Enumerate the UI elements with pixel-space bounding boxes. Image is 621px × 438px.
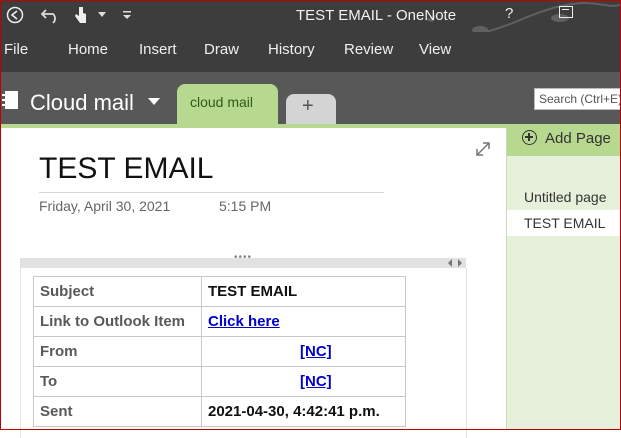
page-canvas[interactable]: TEST EMAIL Friday, April 30, 2021 5:15 P… bbox=[0, 128, 506, 438]
to-contact-link[interactable]: [NC] bbox=[300, 373, 332, 390]
notebook-dropdown-icon[interactable] bbox=[148, 98, 160, 105]
drag-handle-icon[interactable]: •••• bbox=[234, 252, 252, 263]
help-button[interactable]: ? bbox=[505, 5, 513, 22]
table-cell-key: Link to Outlook Item bbox=[33, 306, 202, 337]
touch-dropdown-icon[interactable] bbox=[96, 4, 108, 26]
table-row: To [NC] bbox=[33, 366, 406, 397]
page-list: Add Page Untitled page TEST EMAIL bbox=[506, 128, 621, 430]
tab-home[interactable]: Home bbox=[68, 41, 108, 58]
notebook-icon[interactable] bbox=[2, 90, 20, 110]
title-bar: TEST EMAIL - OneNote ? bbox=[0, 0, 621, 71]
page-title[interactable]: TEST EMAIL bbox=[39, 152, 214, 186]
touch-mode-icon[interactable] bbox=[70, 4, 92, 26]
table-cell-key: From bbox=[33, 336, 202, 367]
table-cell-value: 2021-04-30, 4:42:41 p.m. bbox=[201, 396, 406, 427]
back-circle-icon[interactable] bbox=[4, 4, 26, 26]
page-date: Friday, April 30, 2021 bbox=[39, 198, 171, 214]
page-list-item-selected[interactable]: TEST EMAIL bbox=[507, 210, 621, 236]
section-tab-cloud-mail[interactable]: cloud mail bbox=[177, 84, 278, 126]
section-tab-label: cloud mail bbox=[190, 94, 254, 110]
window-title: TEST EMAIL - OneNote bbox=[296, 7, 457, 24]
add-page-label: Add Page bbox=[545, 130, 611, 147]
outlook-item-link[interactable]: Click here bbox=[208, 313, 280, 330]
add-section-button[interactable]: + bbox=[286, 94, 336, 126]
tab-history[interactable]: History bbox=[268, 41, 315, 58]
title-divider bbox=[39, 192, 384, 193]
tab-review[interactable]: Review bbox=[344, 41, 393, 58]
expand-icon[interactable] bbox=[474, 140, 492, 158]
customize-caret-icon[interactable] bbox=[120, 4, 134, 26]
notebook-name[interactable]: Cloud mail bbox=[30, 90, 134, 116]
table-cell-value: Click here bbox=[201, 306, 406, 337]
tab-view[interactable]: View bbox=[419, 41, 451, 58]
undo-icon[interactable] bbox=[38, 4, 64, 26]
table-row: Sent 2021-04-30, 4:42:41 p.m. bbox=[33, 396, 406, 427]
add-circle-icon bbox=[522, 130, 537, 145]
page-list-item[interactable]: Untitled page bbox=[507, 184, 621, 210]
search-input[interactable]: Search (Ctrl+E) bbox=[534, 88, 621, 110]
table-cell-key: Sent bbox=[33, 396, 202, 427]
add-page-button[interactable]: Add Page bbox=[507, 128, 621, 156]
page-time: 5:15 PM bbox=[219, 198, 272, 214]
ribbon-tabs: File Home Insert Draw History Review Vie… bbox=[0, 32, 621, 72]
table-row: Subject TEST EMAIL bbox=[33, 276, 406, 307]
table-cell-value: [NC] bbox=[201, 336, 406, 367]
tab-insert[interactable]: Insert bbox=[139, 41, 177, 58]
table-cell-key: To bbox=[33, 366, 202, 397]
email-info-table: Subject TEST EMAIL Link to Outlook Item … bbox=[33, 276, 406, 427]
tab-file[interactable]: File bbox=[4, 41, 28, 58]
table-cell-key: Subject bbox=[33, 276, 202, 307]
table-cell-value: TEST EMAIL bbox=[201, 276, 406, 307]
note-container-handle[interactable]: •••• bbox=[20, 252, 466, 268]
tab-draw[interactable]: Draw bbox=[204, 41, 239, 58]
resize-arrows-icon[interactable] bbox=[448, 259, 462, 267]
from-contact-link[interactable]: [NC] bbox=[300, 343, 332, 360]
table-row: Link to Outlook Item Click here bbox=[33, 306, 406, 337]
table-cell-value: [NC] bbox=[201, 366, 406, 397]
restore-ribbon-icon[interactable] bbox=[559, 6, 573, 18]
plus-icon: + bbox=[302, 95, 314, 117]
notebook-bar: Cloud mail cloud mail + Search (Ctrl+E) bbox=[0, 72, 621, 126]
table-row: From [NC] bbox=[33, 336, 406, 367]
